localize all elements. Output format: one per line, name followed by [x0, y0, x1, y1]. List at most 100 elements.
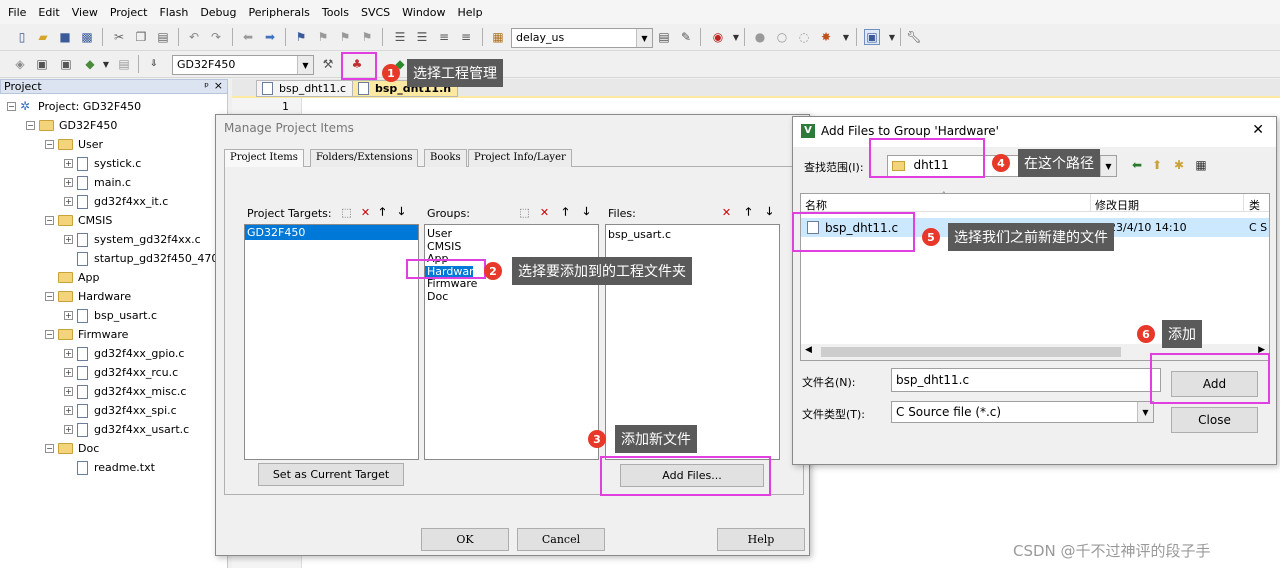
- tree-item[interactable]: + bsp_usart.c: [64, 306, 157, 325]
- target-combo[interactable]: GD32F450 ▼: [172, 55, 314, 75]
- collapse-icon[interactable]: −: [45, 444, 54, 453]
- breakpoint-kill-icon[interactable]: ✸: [818, 29, 834, 45]
- bookmark-next-icon[interactable]: ⚑: [337, 29, 353, 45]
- paste-icon[interactable]: ▤: [155, 29, 171, 45]
- target-options-icon[interactable]: ⚒: [320, 56, 336, 72]
- tab-project-info-layer[interactable]: Project Info/Layer: [468, 149, 572, 167]
- collapse-icon[interactable]: −: [45, 140, 54, 149]
- menu-item[interactable]: Edit: [34, 6, 67, 19]
- pin-icon[interactable]: ᵖ: [204, 80, 209, 93]
- collapse-icon[interactable]: −: [26, 121, 35, 130]
- close-icon[interactable]: ✕: [1252, 122, 1264, 138]
- expand-icon[interactable]: +: [64, 178, 73, 187]
- expand-icon[interactable]: +: [64, 368, 73, 377]
- tab-folders-extensions[interactable]: Folders/Extensions: [310, 149, 419, 167]
- open-folder-icon[interactable]: ▰: [35, 29, 51, 45]
- tree-item[interactable]: + gd32f4xx_rcu.c: [64, 363, 178, 382]
- debug-session-icon[interactable]: ◉: [710, 29, 726, 45]
- list-item[interactable]: bsp_usart.c: [608, 228, 777, 241]
- tree-item[interactable]: + main.c: [64, 173, 131, 192]
- bookmark-icon[interactable]: ⚑: [293, 29, 309, 45]
- window-layout-icon[interactable]: ▣: [864, 29, 880, 45]
- comment-icon[interactable]: ≡: [436, 29, 452, 45]
- redo-icon[interactable]: ↷: [208, 29, 224, 45]
- tree-item[interactable]: − Doc: [45, 439, 99, 458]
- menu-item[interactable]: SVCS: [357, 6, 398, 19]
- stop-build-icon[interactable]: ▤: [116, 56, 132, 72]
- expand-icon[interactable]: +: [64, 349, 73, 358]
- chevron-down-icon[interactable]: ▼: [884, 29, 900, 45]
- download-icon[interactable]: ⇩: [146, 56, 162, 72]
- save-all-icon[interactable]: ▩: [79, 29, 95, 45]
- tree-item[interactable]: − Firmware: [45, 325, 128, 344]
- ok-button[interactable]: OK: [421, 528, 509, 551]
- back-arrow-icon[interactable]: ⬅: [1129, 157, 1145, 173]
- breakpoint-icon[interactable]: ●: [752, 29, 768, 45]
- expand-icon[interactable]: +: [64, 425, 73, 434]
- delete-icon[interactable]: ✕: [720, 206, 733, 219]
- close-button[interactable]: Close: [1171, 407, 1258, 433]
- menu-item[interactable]: View: [68, 6, 106, 19]
- menu-item[interactable]: Window: [398, 6, 453, 19]
- new-folder-icon[interactable]: ✱: [1171, 157, 1187, 173]
- scroll-thumb[interactable]: [821, 347, 1121, 357]
- new-icon[interactable]: ⬚: [518, 206, 531, 219]
- expand-icon[interactable]: +: [64, 159, 73, 168]
- collapse-icon[interactable]: −: [45, 216, 54, 225]
- forward-icon[interactable]: ➡: [262, 29, 278, 45]
- new-icon[interactable]: ⬚: [340, 206, 353, 219]
- targets-list[interactable]: GD32F450: [244, 224, 419, 460]
- tree-item[interactable]: + gd32f4xx_misc.c: [64, 382, 186, 401]
- back-icon[interactable]: ⬅: [240, 29, 256, 45]
- chevron-down-icon[interactable]: ▼: [838, 29, 854, 45]
- menu-item[interactable]: Flash: [155, 6, 196, 19]
- list-item[interactable]: GD32F450: [245, 225, 418, 240]
- find-in-files-icon[interactable]: ▦: [490, 29, 506, 45]
- filename-field[interactable]: bsp_dht11.c: [891, 368, 1161, 392]
- expand-icon[interactable]: +: [64, 311, 73, 320]
- tree-item[interactable]: + gd32f4xx_gpio.c: [64, 344, 184, 363]
- column-type[interactable]: 类: [1249, 197, 1260, 213]
- move-up-icon[interactable]: 🡑︎: [376, 205, 389, 219]
- expand-icon[interactable]: +: [64, 406, 73, 415]
- collapse-icon[interactable]: −: [45, 292, 54, 301]
- chevron-down-icon[interactable]: ▼: [1100, 156, 1116, 176]
- tree-item[interactable]: + gd32f4xx_spi.c: [64, 401, 177, 420]
- menu-item[interactable]: Debug: [196, 6, 244, 19]
- translate-icon[interactable]: ◈: [12, 56, 28, 72]
- view-menu-icon[interactable]: ▦: [1193, 157, 1209, 173]
- find-icon[interactable]: ▤: [656, 29, 672, 45]
- tree-item[interactable]: − User: [45, 135, 103, 154]
- tree-item[interactable]: − Hardware: [45, 287, 131, 306]
- wrench-icon[interactable]: 🔧︎: [906, 29, 922, 45]
- chevron-down-icon[interactable]: ▼: [297, 56, 313, 74]
- move-down-icon[interactable]: 🡓︎: [763, 205, 776, 219]
- tree-item[interactable]: + systick.c: [64, 154, 141, 173]
- chevron-down-icon[interactable]: ▼: [1137, 402, 1153, 422]
- menu-item[interactable]: Help: [454, 6, 491, 19]
- filetype-combo[interactable]: C Source file (*.c) ▼: [891, 401, 1154, 423]
- column-name[interactable]: 名称: [805, 197, 827, 213]
- expand-icon[interactable]: +: [64, 197, 73, 206]
- breakpoint-clear-icon[interactable]: ◌: [796, 29, 812, 45]
- delete-icon[interactable]: ✕: [538, 206, 551, 219]
- uncomment-icon[interactable]: ≡: [458, 29, 474, 45]
- save-icon[interactable]: ■: [57, 29, 73, 45]
- list-item[interactable]: Doc: [425, 290, 598, 304]
- incremental-find-icon[interactable]: ✎: [678, 29, 694, 45]
- tree-item[interactable]: + gd32f4xx_usart.c: [64, 420, 189, 439]
- chevron-down-icon[interactable]: ▼: [728, 29, 744, 45]
- move-down-icon[interactable]: 🡓︎: [395, 205, 408, 219]
- undo-icon[interactable]: ↶: [186, 29, 202, 45]
- cut-icon[interactable]: ✂: [111, 29, 127, 45]
- tab-bsp-dht11-c[interactable]: bsp_dht11.c: [256, 80, 354, 97]
- bookmark-prev-icon[interactable]: ⚑: [315, 29, 331, 45]
- move-down-icon[interactable]: 🡓︎: [580, 205, 593, 219]
- cancel-button[interactable]: Cancel: [517, 528, 605, 551]
- expand-icon[interactable]: +: [64, 387, 73, 396]
- batch-build-icon[interactable]: ◆: [82, 56, 98, 72]
- find-combo[interactable]: delay_us ▼: [511, 28, 653, 48]
- column-date[interactable]: 修改日期: [1095, 197, 1139, 213]
- collapse-icon[interactable]: −: [7, 102, 16, 111]
- menu-item[interactable]: Peripherals: [245, 6, 318, 19]
